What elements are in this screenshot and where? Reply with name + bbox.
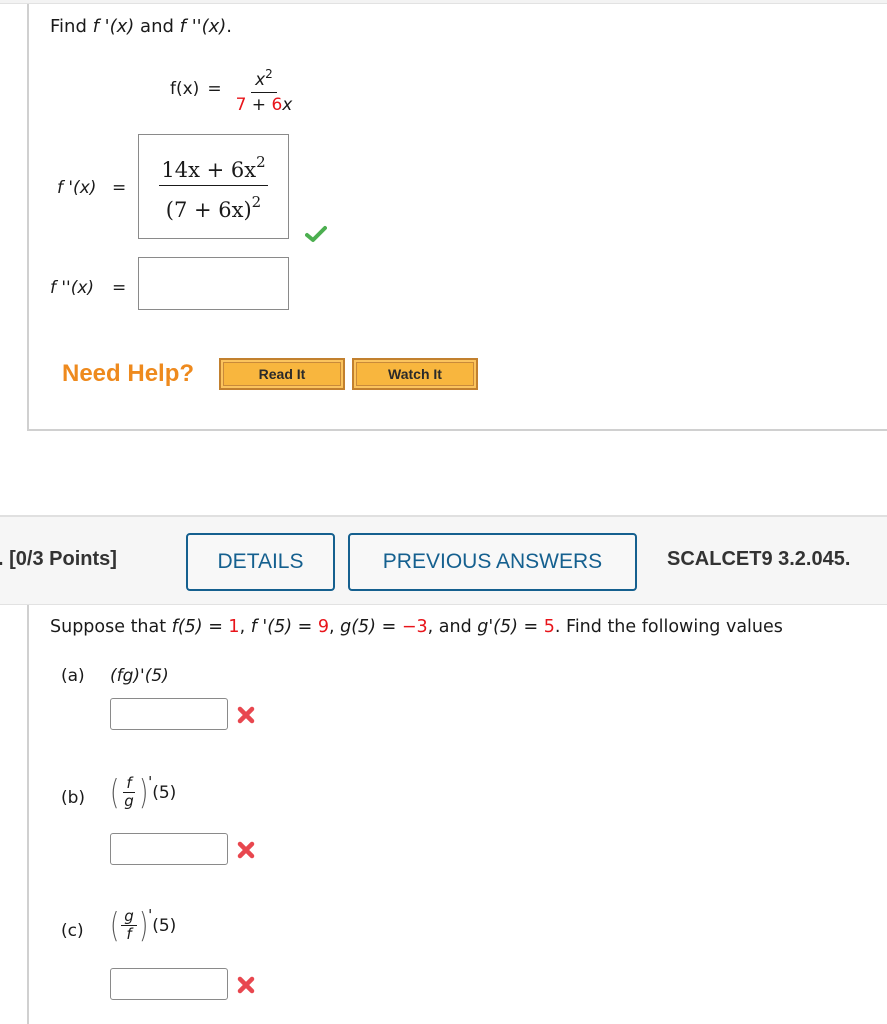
- fprime-label: f '(x): [57, 178, 96, 198]
- reference-code: SCALCET9 3.2.045.: [667, 548, 851, 570]
- fprime-denominator-text: (7 + 6x): [165, 198, 252, 222]
- fprime-label-text: f '(x): [57, 178, 97, 198]
- part-c-numerator: g: [121, 908, 137, 926]
- fdoubleprime-equals: =: [112, 278, 127, 298]
- question-1-prompt: Find f '(x) and f ''(x).: [50, 16, 232, 37]
- fdoubleprime-label: f ''(x): [50, 278, 94, 298]
- prompt-fprime: f '(x): [92, 16, 135, 37]
- fprime-numerator-exponent: 2: [256, 153, 266, 171]
- function-fraction: x2 7 + 6x: [232, 63, 297, 116]
- prompt-text: Find: [50, 16, 93, 37]
- watch-it-label: Watch It: [388, 366, 442, 382]
- part-b-quotient: ( fg ): [108, 775, 150, 810]
- q2-eq: =: [376, 617, 402, 637]
- previous-answers-button[interactable]: PREVIOUS ANSWERS: [348, 533, 637, 591]
- fprime-equals: =: [112, 178, 127, 198]
- part-b-argument: (5): [152, 782, 177, 803]
- read-it-button[interactable]: Read It: [219, 358, 345, 390]
- fdoubleprime-label-text: f ''(x): [50, 278, 95, 298]
- read-it-label: Read It: [258, 366, 306, 382]
- denominator-coefficient: 6: [271, 94, 283, 115]
- function-numerator: x2: [251, 63, 277, 93]
- function-lhs: f(x): [170, 79, 200, 99]
- part-c-label: (c): [61, 921, 84, 941]
- question-2-header: . [0/3 Points] DETAILS PREVIOUS ANSWERS …: [0, 515, 887, 605]
- part-a-label: (a): [61, 666, 85, 686]
- part-b-label: (b): [61, 788, 86, 808]
- q2-eq: =: [517, 617, 544, 637]
- function-denominator: 7 + 6x: [232, 93, 297, 116]
- part-b-denominator: g: [124, 792, 134, 810]
- q2-eq: =: [202, 617, 229, 637]
- details-label: DETAILS: [217, 550, 304, 573]
- q2-f5: f(5): [171, 617, 203, 637]
- part-a-expression: (fg)'(5): [110, 666, 169, 686]
- checkmark-icon: [305, 226, 327, 242]
- q2-g5-value: −3: [401, 617, 428, 637]
- numerator-exponent: 2: [265, 66, 273, 81]
- q2-sep: ,: [239, 617, 251, 637]
- details-button[interactable]: DETAILS: [186, 533, 335, 591]
- incorrect-x-icon: [237, 706, 255, 724]
- q2-gp5: g'(5): [477, 617, 518, 637]
- q2-fp5: f '(5): [250, 617, 293, 637]
- part-b-input[interactable]: [110, 833, 228, 865]
- points-label: . [0/3 Points]: [0, 548, 117, 570]
- q2-gp5-value: 5: [543, 617, 555, 637]
- fprime-answer-denominator: (7 + 6x)2: [166, 186, 261, 224]
- watch-it-button[interactable]: Watch It: [352, 358, 478, 390]
- q2-f5-value: 1: [228, 617, 240, 637]
- function-definition: f(x) = x2 7 + 6x: [170, 60, 296, 118]
- incorrect-x-icon: [237, 841, 255, 859]
- fprime-answer-box[interactable]: 14x + 6x2 (7 + 6x)2: [138, 134, 289, 239]
- fprime-answer: 14x + 6x2 (7 + 6x)2: [139, 135, 288, 238]
- right-paren: ): [138, 905, 149, 946]
- prompt-fdoubleprime: f ''(x): [179, 16, 227, 37]
- right-paren: ): [138, 772, 149, 813]
- left-paren: (: [109, 772, 120, 813]
- part-c-fraction: gf: [121, 908, 137, 943]
- fprime-denominator-exponent: 2: [251, 193, 262, 211]
- q2-eq: =: [292, 617, 318, 637]
- q2-sep: ,: [328, 617, 341, 637]
- prompt-and: and: [134, 16, 180, 37]
- q2-tail: . Find the following values: [554, 617, 783, 637]
- part-c-denominator: f: [126, 925, 132, 943]
- q2-text: Suppose that: [50, 617, 172, 637]
- part-c-input[interactable]: [110, 968, 228, 1000]
- numerator-var: x: [255, 69, 266, 90]
- fprime-answer-numerator: 14x + 6x2: [159, 149, 268, 186]
- denominator-var: x: [282, 94, 293, 115]
- prompt-period: .: [226, 16, 233, 37]
- part-b-expression: ( fg ) ' (5): [108, 773, 177, 810]
- fprime-numerator-text: 14x + 6x: [161, 158, 257, 182]
- fdoubleprime-answer-box[interactable]: [138, 257, 289, 310]
- previous-answers-label: PREVIOUS ANSWERS: [382, 550, 603, 573]
- denominator-plus: +: [246, 94, 272, 115]
- denominator-constant: 7: [235, 94, 247, 115]
- need-help-label: Need Help?: [62, 360, 195, 387]
- q2-fp5-value: 9: [317, 617, 329, 637]
- question-2-prompt: Suppose that f(5) = 1, f '(5) = 9, g(5) …: [50, 617, 783, 637]
- part-b-fraction: fg: [121, 775, 137, 810]
- function-equals: =: [207, 79, 222, 99]
- left-paren: (: [109, 905, 120, 946]
- part-b-numerator: f: [123, 775, 135, 793]
- part-a-input[interactable]: [110, 698, 228, 730]
- part-c-quotient: ( gf ): [108, 908, 150, 943]
- q2-sep: , and: [427, 617, 478, 637]
- part-c-expression: ( gf ) ' (5): [108, 906, 177, 943]
- incorrect-x-icon: [237, 976, 255, 994]
- part-c-argument: (5): [152, 915, 177, 936]
- q2-g5: g(5): [340, 617, 377, 637]
